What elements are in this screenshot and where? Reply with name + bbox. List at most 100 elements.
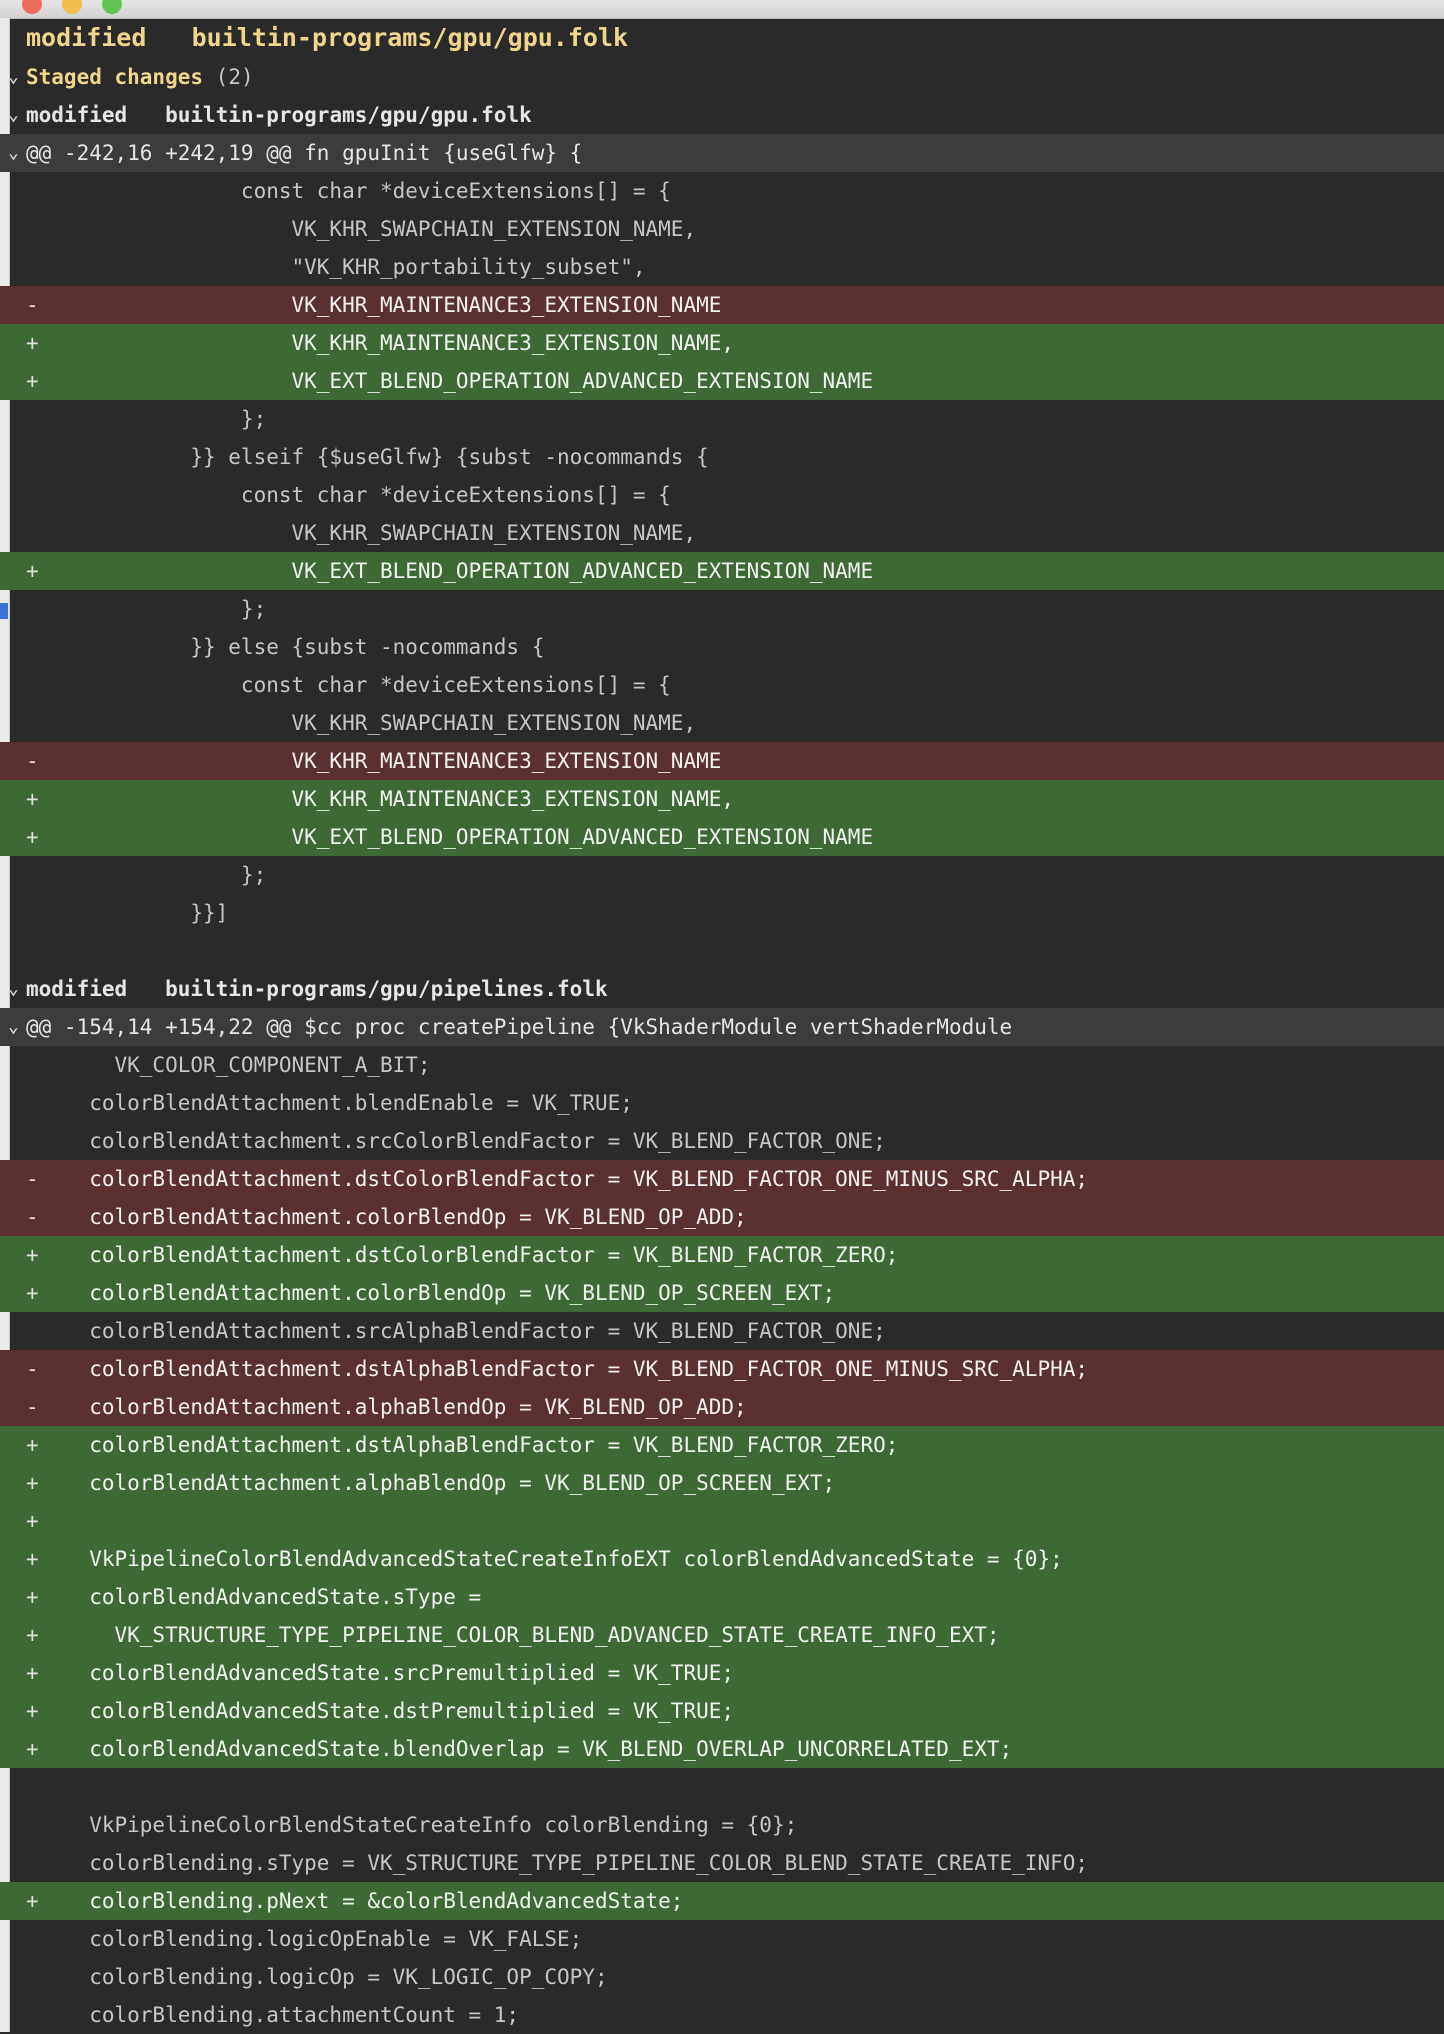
hunk-header-text: @@ -154,14 +154,22 @@ $cc proc createPip… (26, 1015, 1013, 1039)
removed-line[interactable]: - colorBlendAttachment.alphaBlendOp = VK… (0, 1388, 1444, 1426)
code-text: VK_KHR_SWAPCHAIN_EXTENSION_NAME, (26, 521, 697, 545)
hunk-header-text: @@ -242,16 +242,19 @@ fn gpuInit {useGlf… (26, 141, 583, 165)
added-line[interactable]: + VK_EXT_BLEND_OPERATION_ADVANCED_EXTENS… (0, 552, 1444, 590)
code-text: }; (26, 407, 267, 431)
code-text: VK_KHR_MAINTENANCE3_EXTENSION_NAME, (26, 331, 735, 355)
context-line[interactable]: "VK_KHR_portability_subset", (0, 248, 1444, 286)
status-heading: modified builtin-programs/gpu/gpu.folk (0, 18, 1444, 58)
context-line[interactable]: colorBlending.attachmentCount = 1; (0, 1996, 1444, 2034)
context-line[interactable]: colorBlendAttachment.blendEnable = VK_TR… (0, 1084, 1444, 1122)
context-line[interactable]: VK_COLOR_COMPONENT_A_BIT; (0, 1046, 1444, 1084)
code-text: }} elseif {$useGlfw} {subst -nocommands … (26, 445, 709, 469)
added-line[interactable]: + colorBlendAttachment.alphaBlendOp = VK… (0, 1464, 1444, 1502)
staged-changes-section[interactable]: ⌄ Staged changes (2) (0, 58, 1444, 96)
context-line[interactable]: }; (0, 590, 1444, 628)
code-text: colorBlendAdvancedState.blendOverlap = V… (26, 1737, 1013, 1761)
plus-sign: + (26, 1509, 39, 1533)
blank-line[interactable] (0, 932, 1444, 970)
staged-changes-label: Staged changes (26, 65, 204, 89)
added-line[interactable]: + colorBlendAttachment.colorBlendOp = VK… (0, 1274, 1444, 1312)
code-text: colorBlendAttachment.blendEnable = VK_TR… (26, 1091, 633, 1115)
chevron-down-icon[interactable]: ⌄ (8, 134, 19, 172)
code-text: "VK_KHR_portability_subset", (26, 255, 646, 279)
removed-line[interactable]: - VK_KHR_MAINTENANCE3_EXTENSION_NAME (0, 742, 1444, 780)
context-line[interactable]: }} elseif {$useGlfw} {subst -nocommands … (0, 438, 1444, 476)
window-minimize-button[interactable] (62, 0, 82, 14)
context-line[interactable]: VK_KHR_SWAPCHAIN_EXTENSION_NAME, (0, 704, 1444, 742)
added-line[interactable]: + colorBlendAdvancedState.sType = (0, 1578, 1444, 1616)
window-zoom-button[interactable] (102, 0, 122, 14)
added-line[interactable]: + colorBlending.pNext = &colorBlendAdvan… (0, 1882, 1444, 1920)
context-line[interactable]: }} else {subst -nocommands { (0, 628, 1444, 666)
context-line[interactable]: const char *deviceExtensions[] = { (0, 172, 1444, 210)
code-text: }} else {subst -nocommands { (26, 635, 545, 659)
code-text: const char *deviceExtensions[] = { (26, 673, 671, 697)
added-line[interactable]: + colorBlendAdvancedState.blendOverlap =… (0, 1730, 1444, 1768)
magit-status-buffer[interactable]: modified builtin-programs/gpu/gpu.folk ⌄… (0, 18, 1444, 2034)
removed-line[interactable]: - colorBlendAttachment.dstColorBlendFact… (0, 1160, 1444, 1198)
heading-label: modified (26, 23, 147, 52)
code-text: VK_COLOR_COMPONENT_A_BIT; (26, 1053, 431, 1077)
hunk-header[interactable]: ⌄ @@ -154,14 +154,22 @@ $cc proc createPi… (0, 1008, 1444, 1046)
code-text: }; (26, 597, 267, 621)
context-line[interactable]: const char *deviceExtensions[] = { (0, 476, 1444, 514)
context-line[interactable]: }}] (0, 894, 1444, 932)
chevron-down-icon[interactable]: ⌄ (8, 96, 19, 134)
added-line[interactable]: + VK_KHR_MAINTENANCE3_EXTENSION_NAME, (0, 324, 1444, 362)
context-line[interactable]: const char *deviceExtensions[] = { (0, 666, 1444, 704)
code-text: colorBlending.logicOpEnable = VK_FALSE; (26, 1927, 583, 1951)
added-line[interactable]: + VK_KHR_MAINTENANCE3_EXTENSION_NAME, (0, 780, 1444, 818)
code-text: colorBlendAttachment.colorBlendOp = VK_B… (26, 1205, 747, 1229)
chevron-down-icon[interactable]: ⌄ (8, 1008, 19, 1046)
code-text: VK_EXT_BLEND_OPERATION_ADVANCED_EXTENSIO… (26, 559, 874, 583)
chevron-down-icon[interactable]: ⌄ (8, 58, 19, 96)
context-line[interactable]: colorBlendAttachment.srcColorBlendFactor… (0, 1122, 1444, 1160)
file-path[interactable]: builtin-programs/gpu/gpu.folk (165, 103, 532, 127)
code-text: colorBlendAttachment.dstColorBlendFactor… (26, 1167, 1089, 1191)
blank-line[interactable] (0, 1768, 1444, 1806)
staged-changes-count: (2) (215, 65, 254, 89)
context-line[interactable]: colorBlending.sType = VK_STRUCTURE_TYPE_… (0, 1844, 1444, 1882)
context-line[interactable]: VK_KHR_SWAPCHAIN_EXTENSION_NAME, (0, 210, 1444, 248)
code-text: colorBlendAttachment.alphaBlendOp = VK_B… (26, 1471, 836, 1495)
removed-line[interactable]: - colorBlendAttachment.colorBlendOp = VK… (0, 1198, 1444, 1236)
code-text: VK_KHR_MAINTENANCE3_EXTENSION_NAME, (26, 787, 735, 811)
added-line[interactable]: + colorBlendAttachment.dstAlphaBlendFact… (0, 1426, 1444, 1464)
code-text: VkPipelineColorBlendAdvancedStateCreateI… (26, 1547, 1063, 1571)
context-line[interactable]: colorBlending.logicOp = VK_LOGIC_OP_COPY… (0, 1958, 1444, 1996)
context-line[interactable]: VK_KHR_SWAPCHAIN_EXTENSION_NAME, (0, 514, 1444, 552)
code-text: colorBlending.logicOp = VK_LOGIC_OP_COPY… (26, 1965, 608, 1989)
file-header[interactable]: ⌄ modified builtin-programs/gpu/gpu.folk (0, 96, 1444, 134)
heading-path: builtin-programs/gpu/gpu.folk (191, 23, 629, 52)
code-text: VK_KHR_SWAPCHAIN_EXTENSION_NAME, (26, 217, 697, 241)
context-line[interactable]: }; (0, 400, 1444, 438)
added-line[interactable]: + colorBlendAdvancedState.dstPremultipli… (0, 1692, 1444, 1730)
file-path[interactable]: builtin-programs/gpu/pipelines.folk (165, 977, 608, 1001)
window-close-button[interactable] (22, 0, 42, 14)
added-line[interactable]: + colorBlendAttachment.dstColorBlendFact… (0, 1236, 1444, 1274)
added-line[interactable]: + VK_EXT_BLEND_OPERATION_ADVANCED_EXTENS… (0, 362, 1444, 400)
code-text: }}] (26, 901, 229, 925)
added-line[interactable]: + VK_EXT_BLEND_OPERATION_ADVANCED_EXTENS… (0, 818, 1444, 856)
file-status-label: modified (26, 103, 128, 127)
removed-line[interactable]: - VK_KHR_MAINTENANCE3_EXTENSION_NAME (0, 286, 1444, 324)
code-text: colorBlendAdvancedState.srcPremultiplied… (26, 1661, 735, 1685)
hunk-header[interactable]: ⌄ @@ -242,16 +242,19 @@ fn gpuInit {useGl… (0, 134, 1444, 172)
context-line[interactable]: }; (0, 856, 1444, 894)
code-text: colorBlending.pNext = &colorBlendAdvance… (26, 1889, 684, 1913)
code-text: const char *deviceExtensions[] = { (26, 483, 671, 507)
added-line[interactable]: + (0, 1502, 1444, 1540)
removed-line[interactable]: - colorBlendAttachment.dstAlphaBlendFact… (0, 1350, 1444, 1388)
added-line[interactable]: + VkPipelineColorBlendAdvancedStateCreat… (0, 1540, 1444, 1578)
added-line[interactable]: + colorBlendAdvancedState.srcPremultipli… (0, 1654, 1444, 1692)
code-text: VK_KHR_MAINTENANCE3_EXTENSION_NAME (26, 749, 722, 773)
context-line[interactable]: colorBlending.logicOpEnable = VK_FALSE; (0, 1920, 1444, 1958)
code-text: }; (26, 863, 267, 887)
added-line[interactable]: + VK_STRUCTURE_TYPE_PIPELINE_COLOR_BLEND… (0, 1616, 1444, 1654)
chevron-down-icon[interactable]: ⌄ (8, 970, 19, 1008)
file-header[interactable]: ⌄ modified builtin-programs/gpu/pipelines… (0, 970, 1444, 1008)
code-text: colorBlendAttachment.colorBlendOp = VK_B… (26, 1281, 836, 1305)
context-line[interactable]: VkPipelineColorBlendStateCreateInfo colo… (0, 1806, 1444, 1844)
context-line[interactable]: colorBlendAttachment.srcAlphaBlendFactor… (0, 1312, 1444, 1350)
code-text: VK_KHR_SWAPCHAIN_EXTENSION_NAME, (26, 711, 697, 735)
